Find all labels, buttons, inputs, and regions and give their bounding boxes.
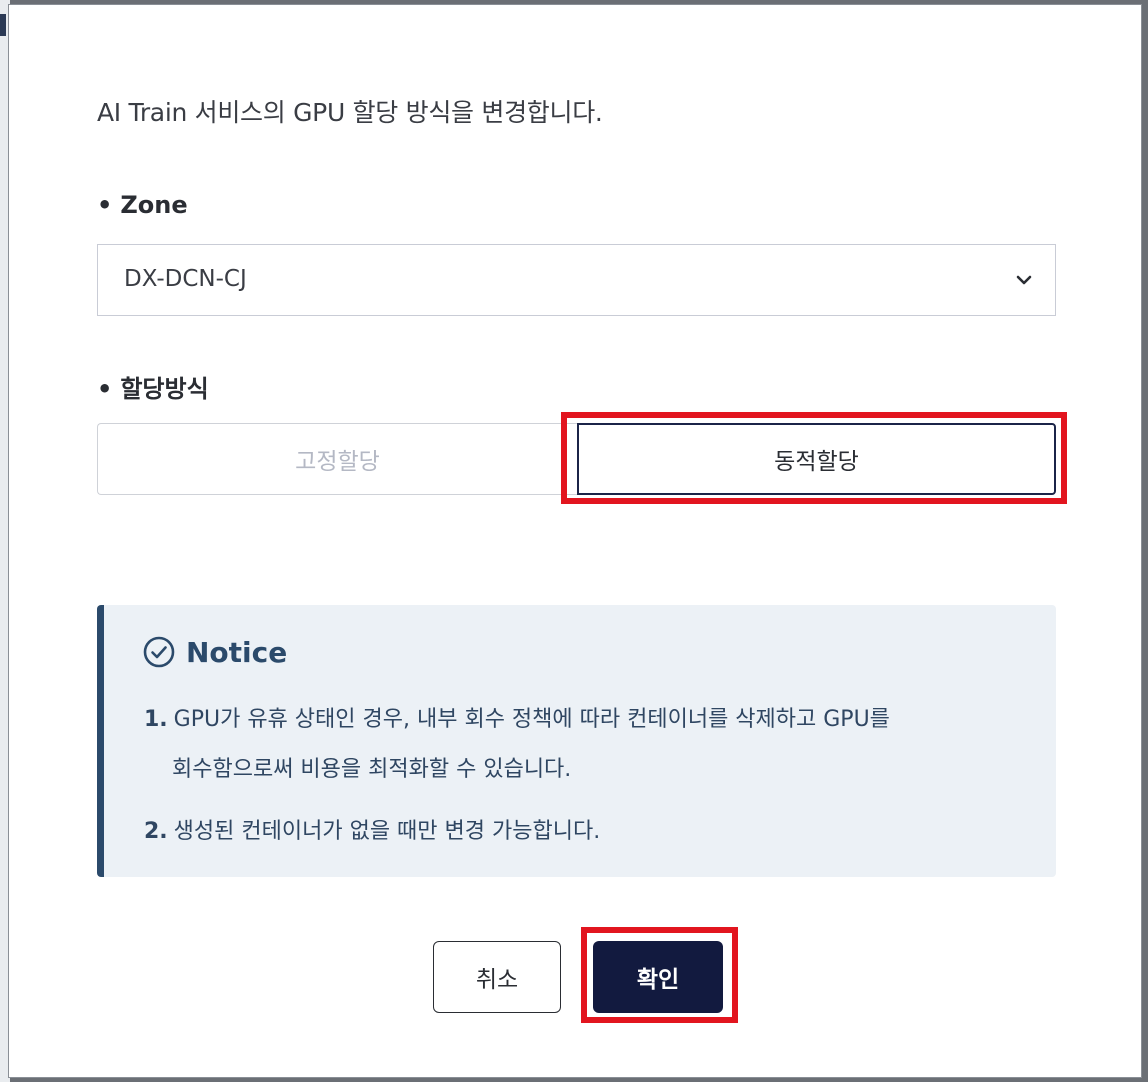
allocation-label-text: 할당방식 — [120, 375, 209, 403]
notice-item-2-line1: 생성된 컨테이너가 없을 때만 변경 가능합니다. — [173, 819, 601, 844]
gpu-allocation-dialog: AI Train 서비스의 GPU 할당 방식을 변경합니다. • Zone DX… — [8, 4, 1142, 1078]
fixed-allocation-label: 고정할당 — [295, 449, 380, 475]
chevron-down-icon — [1016, 275, 1032, 285]
zone-select-value: DX-DCN-CJ — [124, 266, 247, 292]
zone-select[interactable]: DX-DCN-CJ — [97, 244, 1056, 316]
notice-header: Notice — [142, 635, 287, 669]
notice-item-1: 1. GPU가 유휴 상태인 경우, 내부 회수 정책에 따라 컨테이너를 삭제하… — [144, 695, 890, 745]
background-page-marker — [0, 14, 6, 36]
dynamic-allocation-label: 동적할당 — [774, 449, 859, 475]
notice-item-1-line1: GPU가 유휴 상태인 경우, 내부 회수 정책에 따라 컨테이너를 삭제하고 … — [173, 707, 890, 732]
notice-item-2-number: 2. — [144, 819, 168, 844]
notice-item-2: 2. 생성된 컨테이너가 없을 때만 변경 가능합니다. — [144, 807, 600, 857]
check-circle-icon — [143, 636, 175, 668]
fixed-allocation-option[interactable]: 고정할당 — [97, 423, 577, 495]
dialog-description: AI Train 서비스의 GPU 할당 방식을 변경합니다. — [97, 98, 603, 127]
allocation-bullet: • — [97, 375, 113, 403]
notice-item-1-continuation: 회수함으로써 비용을 최적화할 수 있습니다. — [172, 757, 572, 782]
cancel-button[interactable]: 취소 — [433, 941, 561, 1013]
notice-item-1-number: 1. — [144, 707, 168, 732]
zone-bullet: • — [97, 191, 113, 219]
notice-title: Notice — [186, 635, 288, 669]
allocation-label: • 할당방식 — [97, 369, 209, 404]
zone-label-text: Zone — [120, 191, 188, 219]
notice-box: Notice 1. GPU가 유휴 상태인 경우, 내부 회수 정책에 따라 컨테… — [97, 605, 1056, 877]
zone-label: • Zone — [97, 191, 188, 219]
confirm-button[interactable]: 확인 — [593, 941, 723, 1013]
dynamic-allocation-option[interactable]: 동적할당 — [577, 423, 1056, 495]
